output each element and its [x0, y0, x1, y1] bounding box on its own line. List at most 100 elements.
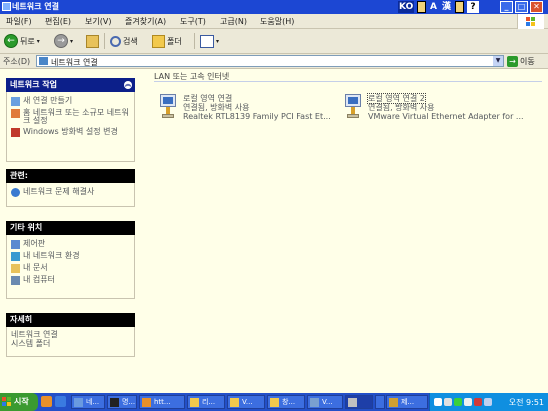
windows-flag-icon: [2, 397, 12, 407]
firewall-icon: [11, 128, 20, 137]
see-also-panel: 관련: 네트워크 문제 해결사: [6, 169, 135, 207]
task-home-network-label: 홈 네트워크 또는 소규모 네트워크 설정: [23, 108, 129, 125]
windows-logo: [517, 14, 544, 30]
title-bar[interactable]: 네트워크 연결 KO A 漢 ? _ □ ✕: [0, 0, 548, 14]
collapse-chevron-icon[interactable]: ︽: [124, 81, 132, 89]
shield-icon[interactable]: [454, 398, 462, 406]
task-troubleshooter[interactable]: 네트워크 문제 해결사: [11, 188, 130, 197]
speaker-icon[interactable]: [464, 398, 472, 406]
forward-button[interactable]: → ▾: [54, 32, 73, 50]
group-divider: [154, 81, 542, 82]
ime-options-icon[interactable]: [454, 1, 464, 13]
control-panel-icon: [11, 240, 20, 249]
clock[interactable]: 오전 9:51: [509, 397, 544, 408]
see-also-title: 관련:: [10, 171, 28, 180]
taskbar: 시작 네... 명... htt... 리... V... 창... V... …: [0, 393, 548, 411]
go-button[interactable]: → 이동: [507, 55, 535, 67]
start-button[interactable]: 시작: [0, 393, 38, 411]
menu-help[interactable]: 도움말(H): [260, 16, 294, 27]
go-label: 이동: [520, 56, 535, 66]
system-tray: 오전 9:51: [429, 393, 548, 411]
place-my-computer[interactable]: 내 컴퓨터: [11, 276, 130, 285]
explorer-window: 네트워크 연결 KO A 漢 ? _ □ ✕ 파일(F) 편집(E) 보기(V)…: [0, 0, 548, 411]
address-dropdown-icon[interactable]: ▼: [493, 56, 503, 66]
taskbar-button[interactable]: htt...: [139, 395, 185, 409]
network-folder-icon: [2, 2, 11, 11]
taskbar-button[interactable]: V...: [227, 395, 265, 409]
windows-flag-icon: [526, 17, 536, 27]
minimize-button[interactable]: _: [500, 1, 513, 13]
ime-help-button[interactable]: ?: [466, 1, 479, 13]
network-tasks-title: 네트워크 작업: [10, 80, 57, 89]
ie-icon[interactable]: [55, 396, 66, 407]
ime-lang-button[interactable]: KO: [398, 1, 414, 13]
ime-hanja-button[interactable]: 漢: [441, 1, 452, 13]
menu-advanced[interactable]: 고급(N): [220, 16, 247, 27]
task-firewall[interactable]: Windows 방화벽 설정 변경: [11, 128, 130, 137]
menu-view[interactable]: 보기(V): [85, 16, 111, 27]
network-tasks-panel: 네트워크 작업 ︽ 새 연결 만들기 홈 네트워크 또는 소규모 네트워크 설정…: [6, 78, 135, 162]
address-label: 주소(D): [3, 57, 31, 66]
place-my-computer-label: 내 컴퓨터: [23, 275, 55, 284]
info-icon: [11, 188, 20, 197]
details-header[interactable]: 자세히: [6, 313, 135, 327]
menu-edit[interactable]: 편집(E): [45, 16, 71, 27]
antivirus-icon[interactable]: [474, 398, 482, 406]
other-places-panel: 기타 위치 제어판 내 네트워크 환경 내 문서 내 컴퓨터: [6, 221, 135, 299]
taskbar-button[interactable]: 리...: [187, 395, 225, 409]
ime-alpha-button[interactable]: A: [429, 1, 438, 13]
place-my-network[interactable]: 내 네트워크 환경: [11, 252, 130, 261]
menu-favorites[interactable]: 즐겨찾기(A): [125, 16, 166, 27]
ime-toolbar: KO A 漢 ?: [398, 0, 479, 14]
taskbar-button[interactable]: 명...: [107, 395, 137, 409]
back-button[interactable]: ← 뒤로 ▾: [4, 32, 40, 50]
ime-mode-icon[interactable]: [417, 1, 426, 13]
place-my-documents[interactable]: 내 문서: [11, 264, 130, 273]
task-firewall-label: Windows 방화벽 설정 변경: [23, 127, 118, 136]
place-control-panel[interactable]: 제어판: [11, 240, 130, 249]
folder-up-icon: [86, 34, 99, 48]
tray-expand-icon[interactable]: [434, 398, 442, 406]
address-value: 네트워크 연결: [51, 58, 98, 67]
taskbar-button[interactable]: 제...: [386, 395, 428, 409]
task-home-network[interactable]: 홈 네트워크 또는 소규모 네트워크 설정: [11, 109, 130, 125]
views-icon: [200, 34, 214, 48]
other-places-title: 기타 위치: [10, 223, 43, 232]
menu-bar: 파일(F) 편집(E) 보기(V) 즐겨찾기(A) 도구(T) 고급(N) 도움…: [0, 14, 548, 29]
back-arrow-icon: ←: [4, 34, 18, 48]
task-new-connection[interactable]: 새 연결 만들기: [11, 97, 130, 106]
connection-item[interactable]: 로컬 영역 연결 연결됨, 방화벽 사용 Realtek RTL8139 Fam…: [158, 93, 331, 121]
connection-item[interactable]: 로컬 영역 연결 2 연결됨, 방화벽 사용 VMware Virtual Et…: [343, 93, 524, 121]
address-input[interactable]: 네트워크 연결 ▼: [36, 55, 504, 67]
folders-button[interactable]: 폴더: [152, 32, 182, 50]
place-my-network-label: 내 네트워크 환경: [23, 251, 80, 260]
other-places-header[interactable]: 기타 위치: [6, 221, 135, 235]
my-documents-icon: [11, 264, 20, 273]
forward-arrow-icon: →: [54, 34, 68, 48]
search-label: 검색: [123, 36, 138, 46]
see-also-header[interactable]: 관련:: [6, 169, 135, 183]
network-tray-icon[interactable]: [444, 398, 452, 406]
search-button[interactable]: 검색: [110, 32, 138, 50]
monitor-tray-icon[interactable]: [484, 398, 492, 406]
network-connections-icon: [39, 57, 48, 65]
network-tasks-header[interactable]: 네트워크 작업 ︽: [6, 78, 135, 92]
taskbar-button[interactable]: V...: [307, 395, 343, 409]
back-label: 뒤로: [20, 36, 35, 46]
close-button[interactable]: ✕: [530, 1, 543, 13]
taskbar-button[interactable]: 창...: [267, 395, 305, 409]
firefox-icon[interactable]: [41, 396, 52, 407]
menu-file[interactable]: 파일(F): [6, 16, 32, 27]
taskbar-button[interactable]: [345, 395, 373, 409]
taskbar-button[interactable]: 네...: [71, 395, 105, 409]
home-network-icon: [11, 109, 20, 118]
views-button[interactable]: ▾: [200, 32, 219, 50]
menu-tools[interactable]: 도구(T): [180, 16, 206, 27]
up-button[interactable]: [86, 32, 99, 50]
maximize-button[interactable]: □: [515, 1, 528, 13]
new-connection-icon: [11, 97, 20, 106]
details-name: 네트워크 연결: [11, 330, 58, 339]
taskbar-button[interactable]: [375, 395, 385, 409]
my-computer-icon: [11, 276, 20, 285]
lan-connection-icon: [158, 93, 180, 119]
